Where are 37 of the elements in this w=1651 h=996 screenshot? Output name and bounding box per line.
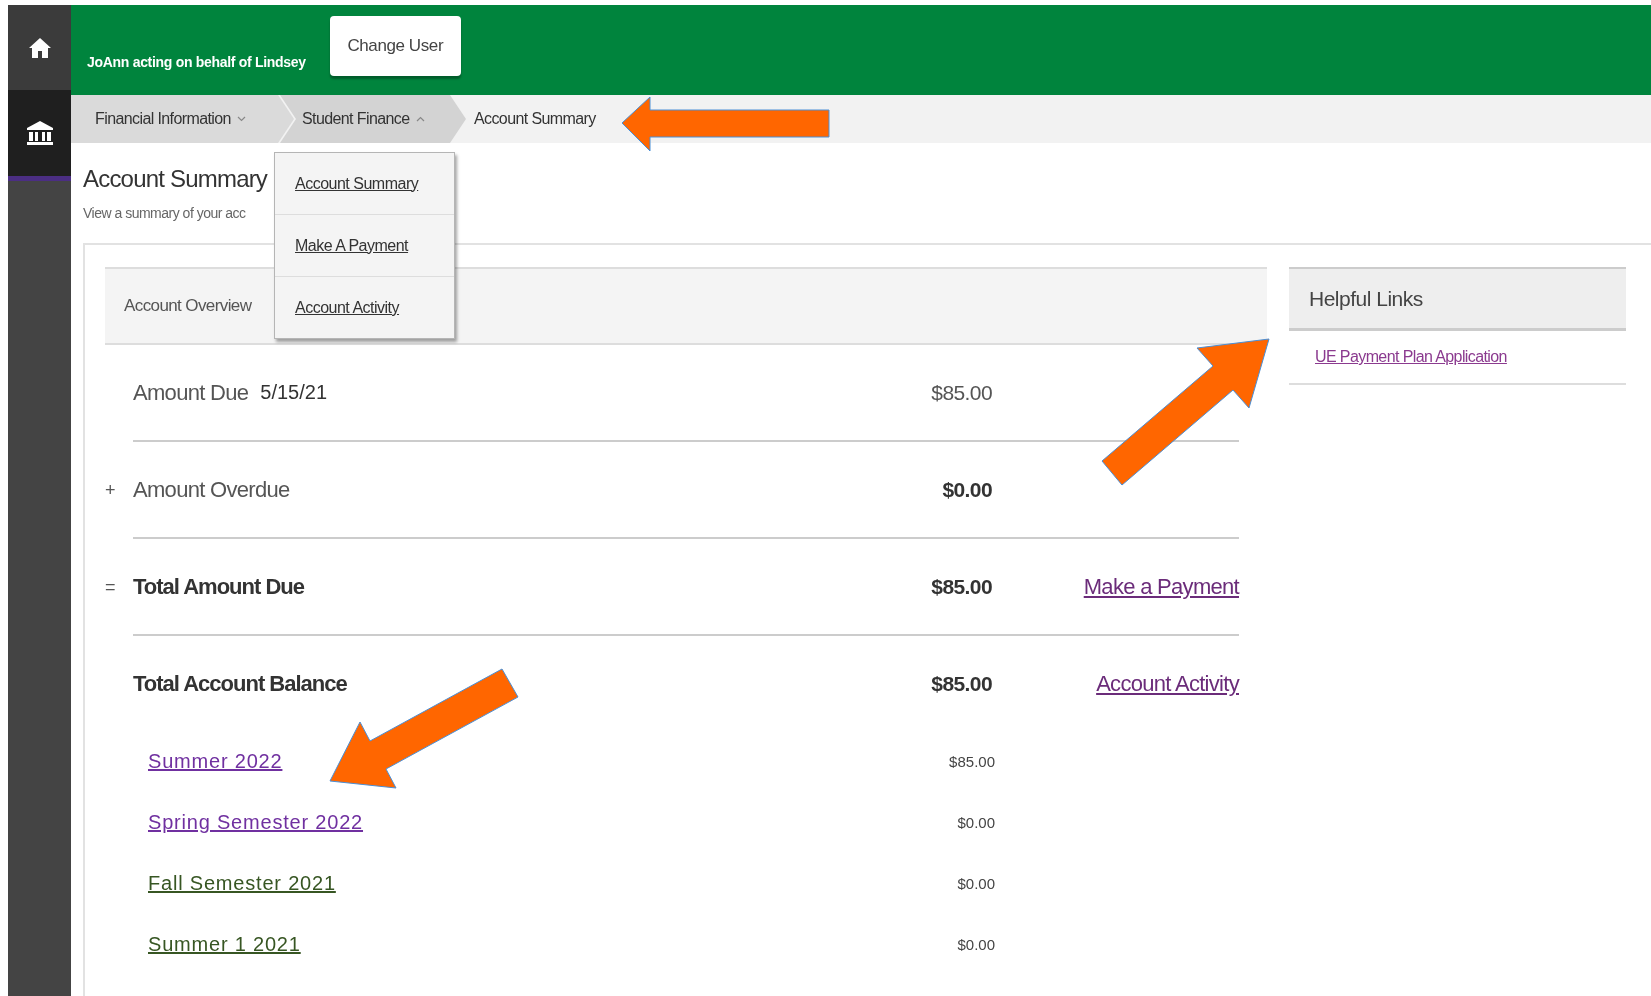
- overview-title: Account Overview: [124, 296, 252, 316]
- helpful-link[interactable]: UE Payment Plan Application: [1315, 348, 1507, 366]
- caret-icon: [415, 116, 425, 122]
- term-link[interactable]: Fall Semester 2021: [148, 872, 336, 894]
- row-label: Amount Due: [133, 379, 249, 406]
- action-link[interactable]: Account Activity: [1096, 670, 1239, 697]
- home-icon[interactable]: [27, 35, 52, 60]
- term-amount: $0.00: [957, 814, 995, 831]
- amount: $85.00: [930, 671, 992, 696]
- helpful-links-title: Helpful Links: [1309, 286, 1423, 311]
- term-link[interactable]: Spring Semester 2022: [148, 811, 363, 833]
- term-link[interactable]: Summer 2022: [148, 750, 283, 772]
- row-label: Total Amount Due: [133, 573, 304, 600]
- sign: =: [105, 576, 117, 599]
- menu-item[interactable]: Make A Payment: [275, 215, 454, 277]
- proxy-user-text: JoAnn acting on behalf of Lindsey: [87, 54, 306, 70]
- bank-icon[interactable]: [25, 119, 54, 147]
- term-amount: $0.00: [957, 875, 995, 892]
- action-link[interactable]: Make a Payment: [1083, 573, 1239, 600]
- menu-item[interactable]: Account Summary: [275, 153, 454, 215]
- page-subtitle: View a summary of your acc: [83, 205, 246, 221]
- term-amount: $0.00: [957, 936, 995, 953]
- term-link[interactable]: Summer 1 2021: [148, 933, 301, 955]
- amount: $0.00: [941, 477, 992, 502]
- term-amount: $85.00: [949, 753, 995, 770]
- breadcrumb[interactable]: Financial Information: [71, 95, 294, 143]
- menu-item[interactable]: Account Activity: [275, 277, 454, 338]
- sign: +: [105, 479, 117, 502]
- breadcrumb[interactable]: Student Finance: [280, 95, 466, 143]
- page-title: Account Summary: [83, 165, 268, 193]
- due-date: 5/15/21: [260, 381, 328, 404]
- change-user-button[interactable]: Change User: [329, 16, 461, 76]
- caret-icon: [236, 116, 246, 122]
- amount: $85.00: [930, 380, 992, 405]
- row-label: Amount Overdue: [133, 476, 290, 503]
- row-label: Total Account Balance: [133, 670, 347, 697]
- amount: $85.00: [930, 574, 992, 599]
